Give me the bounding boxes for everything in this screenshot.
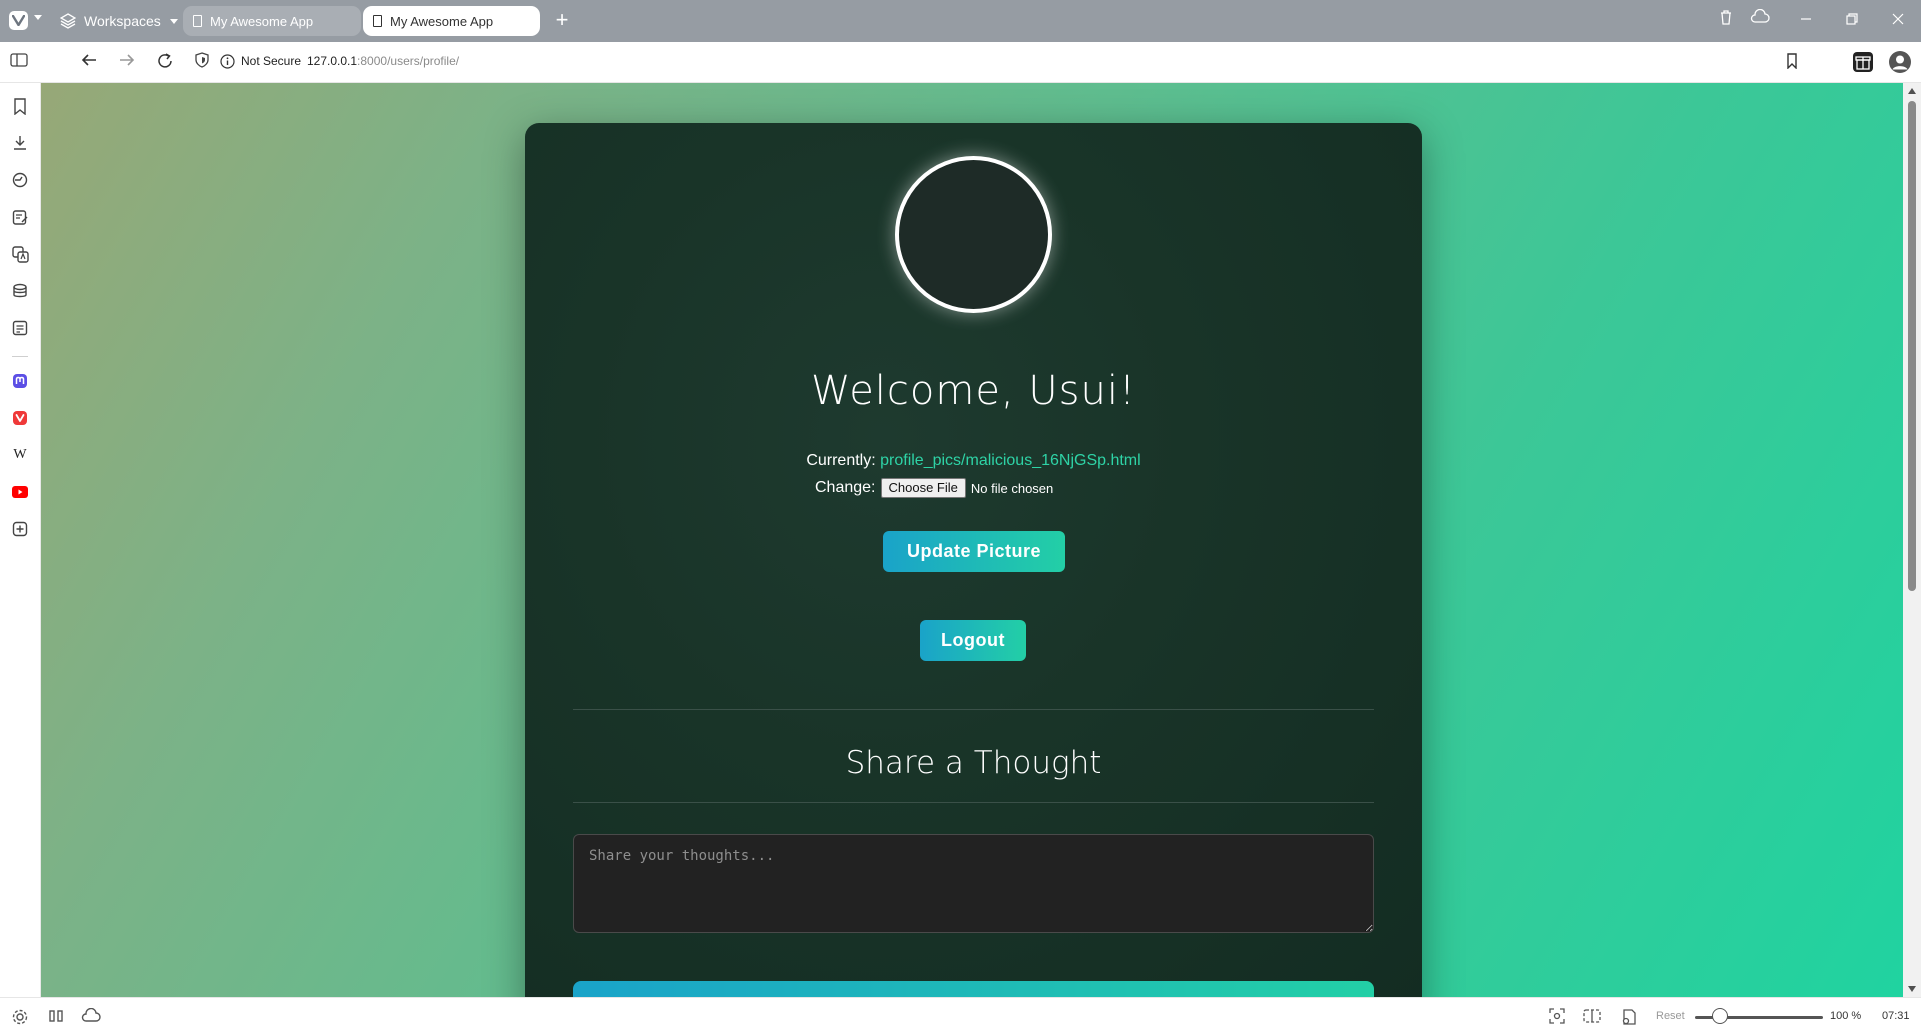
forward-icon[interactable]	[118, 52, 136, 72]
translate-icon[interactable]	[11, 245, 29, 263]
tiling-icon[interactable]	[48, 1008, 64, 1029]
choose-file-button[interactable]: Choose File	[880, 478, 966, 498]
restore-icon[interactable]	[1846, 12, 1858, 30]
change-label: Change:	[815, 479, 876, 496]
youtube-icon[interactable]	[11, 483, 29, 501]
minimize-icon[interactable]	[1800, 12, 1812, 30]
no-file-text: No file chosen	[970, 480, 1054, 496]
sync-cloud-icon[interactable]	[1750, 8, 1770, 30]
clock: 07:31	[1882, 1010, 1910, 1022]
page-tiling-icon[interactable]	[1583, 1008, 1601, 1029]
post-thought-button[interactable]	[573, 981, 1374, 997]
profile-picture	[895, 156, 1052, 313]
layers-icon	[60, 13, 76, 29]
workspaces-button[interactable]: Workspaces	[60, 10, 178, 32]
close-icon[interactable]	[1892, 12, 1904, 30]
page-scrollbar[interactable]	[1903, 83, 1921, 997]
current-picture-link[interactable]: profile_pics/malicious_16NjGSp.html	[880, 452, 1141, 469]
url-path: :8000/users/profile/	[357, 54, 460, 68]
tab-title: My Awesome App	[390, 13, 494, 29]
wikipedia-icon[interactable]: W	[11, 446, 29, 464]
vivaldi-menu-icon[interactable]	[9, 11, 28, 30]
currently-label: Currently:	[806, 452, 876, 469]
notes-icon[interactable]	[11, 208, 29, 226]
change-picture-row: Change: Choose File No file chosen	[815, 477, 1053, 499]
gift-extension-icon[interactable]	[1852, 51, 1874, 77]
tab-my-awesome-app-1[interactable]: My Awesome App	[183, 6, 361, 36]
address-bar: Not Secure 127.0.0.1:8000/users/profile/	[0, 42, 1921, 83]
calendar-icon[interactable]	[11, 319, 29, 337]
page-viewport: Welcome, Usui! Currently: profile_pics/m…	[41, 83, 1903, 997]
zoom-level: 100 %	[1830, 1010, 1862, 1022]
logout-button[interactable]: Logout	[920, 620, 1026, 661]
workspaces-label: Workspaces	[84, 13, 161, 29]
browser-tab-bar: Workspaces My Awesome App My Awesome App…	[0, 0, 1921, 42]
back-icon[interactable]	[80, 52, 98, 72]
history-icon[interactable]	[11, 171, 29, 189]
page-icon	[193, 15, 202, 27]
profile-avatar-icon[interactable]	[1888, 50, 1912, 78]
vivaldi-icon[interactable]	[11, 409, 29, 427]
url-field[interactable]: 127.0.0.1:8000/users/profile/	[307, 54, 459, 68]
shield-icon[interactable]	[195, 52, 209, 72]
update-picture-button[interactable]: Update Picture	[883, 531, 1065, 572]
chevron-down-icon	[169, 18, 178, 24]
current-picture-row: Currently: profile_pics/malicious_16NjGS…	[525, 452, 1422, 470]
settings-gear-icon[interactable]	[11, 1008, 29, 1031]
status-bar: Reset 100 % 07:31	[0, 997, 1921, 1036]
page-icon	[373, 15, 382, 27]
cloud-sync-icon[interactable]	[80, 1007, 102, 1029]
downloads-icon[interactable]	[11, 134, 29, 152]
chevron-down-icon[interactable]	[34, 15, 42, 20]
reading-list-icon[interactable]	[11, 282, 29, 300]
scrollbar-thumb[interactable]	[1908, 101, 1916, 591]
scroll-up-arrow-icon[interactable]	[1908, 88, 1916, 94]
share-thought-heading: Share a Thought	[845, 745, 1102, 781]
zoom-reset-button[interactable]: Reset	[1656, 1010, 1685, 1022]
add-panel-icon[interactable]	[11, 520, 29, 538]
info-icon[interactable]	[220, 53, 235, 73]
url-host: 127.0.0.1	[307, 54, 358, 68]
panel-toggle-icon[interactable]	[10, 52, 28, 72]
side-panel: W	[0, 83, 41, 997]
page-actions-icon[interactable]	[1620, 1008, 1638, 1031]
profile-card: Welcome, Usui! Currently: profile_pics/m…	[525, 123, 1422, 997]
tab-title: My Awesome App	[210, 13, 314, 29]
divider	[573, 709, 1374, 710]
scroll-down-arrow-icon[interactable]	[1908, 986, 1916, 992]
reload-icon[interactable]	[156, 52, 174, 74]
security-status-label[interactable]: Not Secure	[241, 54, 301, 68]
bookmarks-icon[interactable]	[11, 97, 29, 115]
zoom-slider-thumb[interactable]	[1712, 1008, 1728, 1024]
trash-icon[interactable]	[1718, 9, 1734, 30]
bookmark-icon[interactable]	[1786, 53, 1798, 73]
new-tab-icon[interactable]: +	[552, 9, 572, 31]
panel-divider	[12, 356, 28, 357]
divider	[573, 802, 1374, 803]
tab-my-awesome-app-2[interactable]: My Awesome App	[363, 6, 540, 36]
capture-icon[interactable]	[1549, 1008, 1565, 1029]
thought-input[interactable]	[573, 834, 1374, 933]
mastodon-icon[interactable]	[11, 372, 29, 390]
welcome-heading: Welcome, Usui!	[810, 368, 1136, 414]
